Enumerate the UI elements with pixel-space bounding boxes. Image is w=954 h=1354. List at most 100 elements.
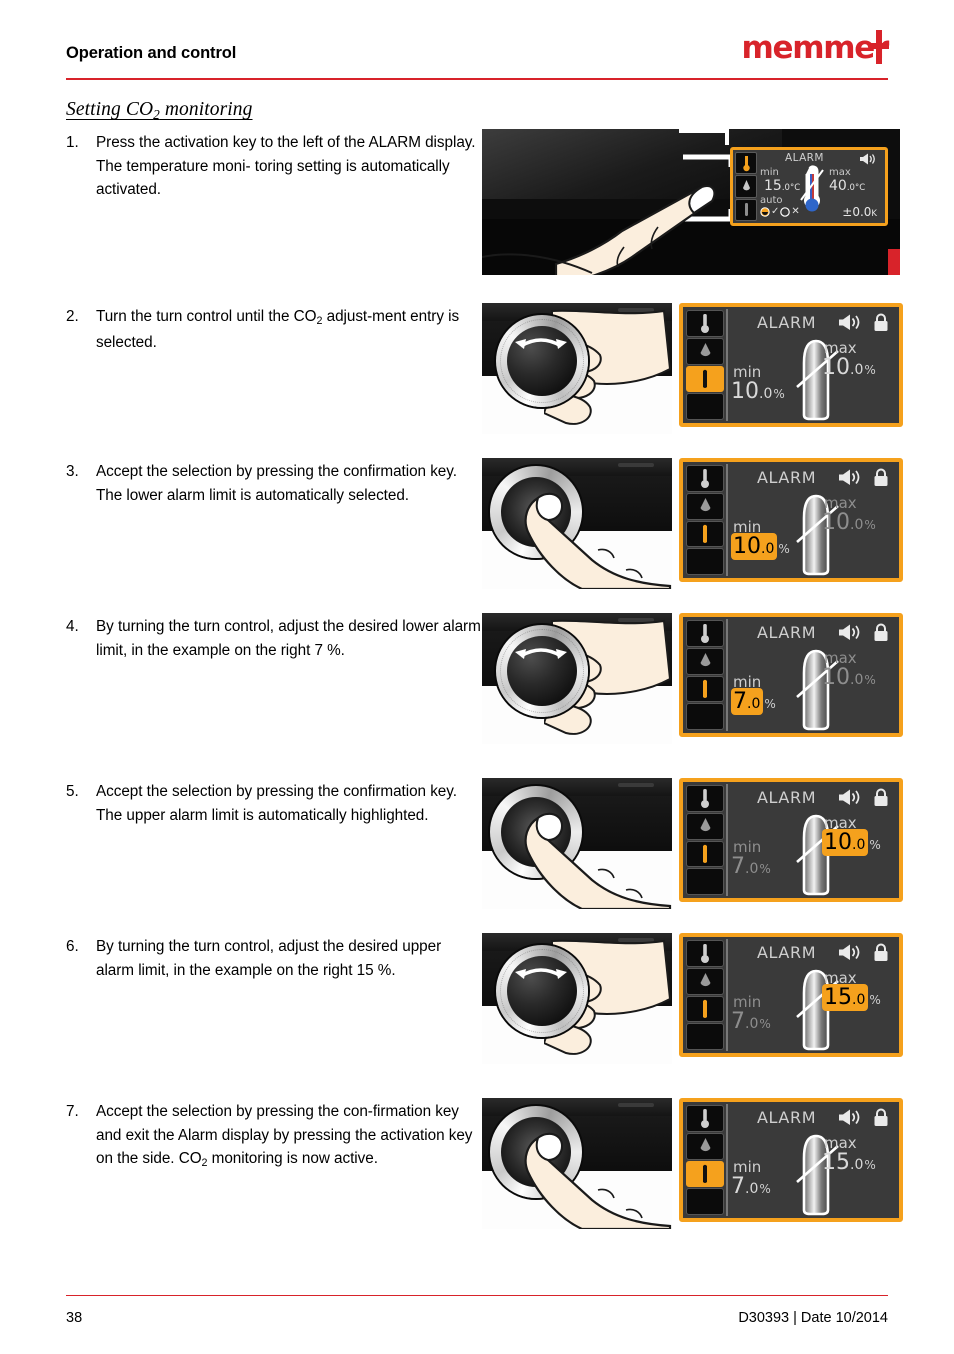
temp-min-value: 15.0°C — [764, 179, 800, 193]
step-1-text: 1. Press the activation key to the left … — [66, 129, 482, 275]
thermometer-icon — [701, 624, 709, 644]
max-dec-4: .0 — [850, 672, 864, 688]
photo-turn-control-2 — [482, 303, 672, 434]
min-int-7: 7 — [731, 1174, 745, 1199]
sidebar-tile-co2[interactable] — [686, 995, 724, 1023]
sidebar-tile-temperature[interactable] — [686, 465, 724, 492]
sidebar-tile-empty[interactable] — [686, 868, 724, 895]
sidebar-tile-co2[interactable] — [686, 675, 724, 703]
sidebar-tile-empty[interactable] — [686, 548, 724, 575]
step-2: 2. Turn the turn control until the CO2 a… — [66, 303, 903, 434]
finger-pressing-icon — [524, 492, 672, 589]
rotate-arrow-icon — [515, 648, 567, 659]
step-5-text: 5. Accept the selection by pressing the … — [66, 778, 482, 909]
sidebar-tile-humidity[interactable] — [686, 1132, 724, 1160]
footer-divider — [66, 1294, 888, 1296]
min-int-5: 7 — [731, 854, 745, 879]
temp-min-label: min — [760, 167, 779, 178]
sidebar-tile-co2[interactable] — [686, 840, 724, 868]
turn-control-knob[interactable] — [496, 945, 588, 1037]
min-dec-7: .0 — [745, 1181, 759, 1197]
temp-tolerance-value: ±0.0 — [842, 205, 872, 219]
temp-display-title: ALARM — [785, 152, 824, 164]
temp-sidebar-humidity[interactable] — [735, 175, 757, 198]
temp-min-int: 15 — [764, 178, 782, 194]
logo-wordmark: memmer — [741, 30, 890, 66]
display-max-value-4: 10.0% — [822, 667, 876, 689]
step-4-body: By turning the turn control, adjust the … — [96, 618, 481, 659]
temp-sidebar-thermometer[interactable] — [735, 152, 757, 175]
sidebar-tile-humidity[interactable] — [686, 967, 724, 995]
turn-control-knob[interactable] — [496, 625, 588, 717]
gas-bottle-icon — [703, 844, 707, 863]
step-6-text: 6. By turning the turn control, adjust t… — [66, 933, 482, 1064]
rotate-arrow-icon — [515, 338, 567, 349]
photo-press-confirm-5 — [482, 778, 672, 909]
sidebar-tile-empty[interactable] — [686, 1023, 724, 1050]
section-title-part2: monitoring — [159, 99, 253, 120]
step-2-pre: Turn the turn control until the CO — [96, 308, 317, 325]
display-title-7: ALARM — [757, 1108, 817, 1127]
sidebar-tile-temperature[interactable] — [686, 940, 724, 967]
min-dec-4: .0 — [747, 696, 761, 712]
min-int-2: 10 — [731, 379, 759, 404]
sidebar-tile-empty[interactable] — [686, 1188, 724, 1215]
sidebar-tile-temperature[interactable] — [686, 620, 724, 647]
sidebar-tile-humidity[interactable] — [686, 812, 724, 840]
step-7-post: monitoring is now active. — [207, 1150, 378, 1167]
gas-bottle-icon — [703, 524, 707, 543]
sidebar-tile-humidity[interactable] — [686, 492, 724, 520]
sidebar-tile-temperature[interactable] — [686, 1105, 724, 1132]
co2-alarm-display-7: ALARM min 7.0% max 15.0% — [679, 1098, 903, 1222]
sidebar-tile-empty[interactable] — [686, 703, 724, 730]
thermometer-icon — [701, 789, 709, 809]
thermometer-graphic-icon — [800, 165, 824, 212]
speaker-icon — [839, 469, 860, 485]
finger-pressing-icon — [524, 812, 672, 909]
min-unit-2: % — [773, 387, 785, 401]
co2-alarm-display-6: ALARM min 7.0% max 15.0 % — [679, 933, 903, 1057]
steps-list: 1. Press the activation key to the left … — [66, 129, 903, 1229]
display-title-5: ALARM — [757, 788, 817, 807]
sidebar-tile-co2[interactable] — [686, 520, 724, 548]
photo-press-confirm-7 — [482, 1098, 672, 1229]
min-unit-7: % — [759, 1182, 771, 1196]
sidebar-tile-temperature[interactable] — [686, 785, 724, 812]
finger-pressing-icon — [524, 1132, 672, 1229]
turn-control-knob[interactable] — [496, 315, 588, 407]
lock-icon — [874, 788, 888, 806]
step-5: 5. Accept the selection by pressing the … — [66, 778, 903, 909]
co2-alarm-display-5: ALARM min 7.0% max 10.0 % — [679, 778, 903, 902]
sidebar-tile-humidity[interactable] — [686, 647, 724, 675]
max-dec-7: .0 — [850, 1157, 864, 1173]
step-6: 6. By turning the turn control, adjust t… — [66, 933, 903, 1064]
temp-sidebar-bar[interactable] — [735, 198, 757, 221]
display-max-value-2: 10.0% — [822, 357, 876, 379]
sidebar-tile-co2[interactable] — [686, 1160, 724, 1188]
display-title-3: ALARM — [757, 468, 817, 487]
document-page: Operation and control memmer Setting CO2… — [0, 0, 954, 1354]
section-title: Setting CO2 monitoring — [66, 99, 888, 122]
radio-selected-icon[interactable] — [760, 206, 770, 217]
hand-outline-icon — [482, 253, 593, 274]
display-min-value-4: 7.0% — [731, 688, 776, 715]
step-6-figures: ALARM min 7.0% max 15.0 % — [482, 933, 903, 1064]
display-min-value-6: 7.0% — [731, 1011, 771, 1033]
gas-bottle-icon — [703, 1164, 707, 1183]
speaker-icon — [860, 153, 875, 165]
page-footer: 38 D30393 | Date 10/2014 — [66, 1294, 888, 1326]
co2-alarm-display-2: ALARM min 10.0% max 10.0% — [679, 303, 903, 427]
check-mark-icon: ✓ — [771, 206, 780, 217]
radio-unselected-icon[interactable] — [780, 206, 791, 217]
sidebar-tile-empty[interactable] — [686, 393, 724, 420]
temp-max-unit: °C — [854, 183, 866, 193]
photo-turn-control-6 — [482, 933, 672, 1064]
sidebar-tile-humidity[interactable] — [686, 337, 724, 365]
section-title-part1: Setting CO — [66, 99, 154, 120]
photo-turn-control-4 — [482, 613, 672, 744]
water-drop-icon — [700, 343, 710, 357]
display-sidebar-7 — [686, 1105, 724, 1215]
sidebar-tile-temperature[interactable] — [686, 310, 724, 337]
sidebar-tile-co2[interactable] — [686, 365, 724, 393]
water-drop-icon — [700, 818, 710, 832]
